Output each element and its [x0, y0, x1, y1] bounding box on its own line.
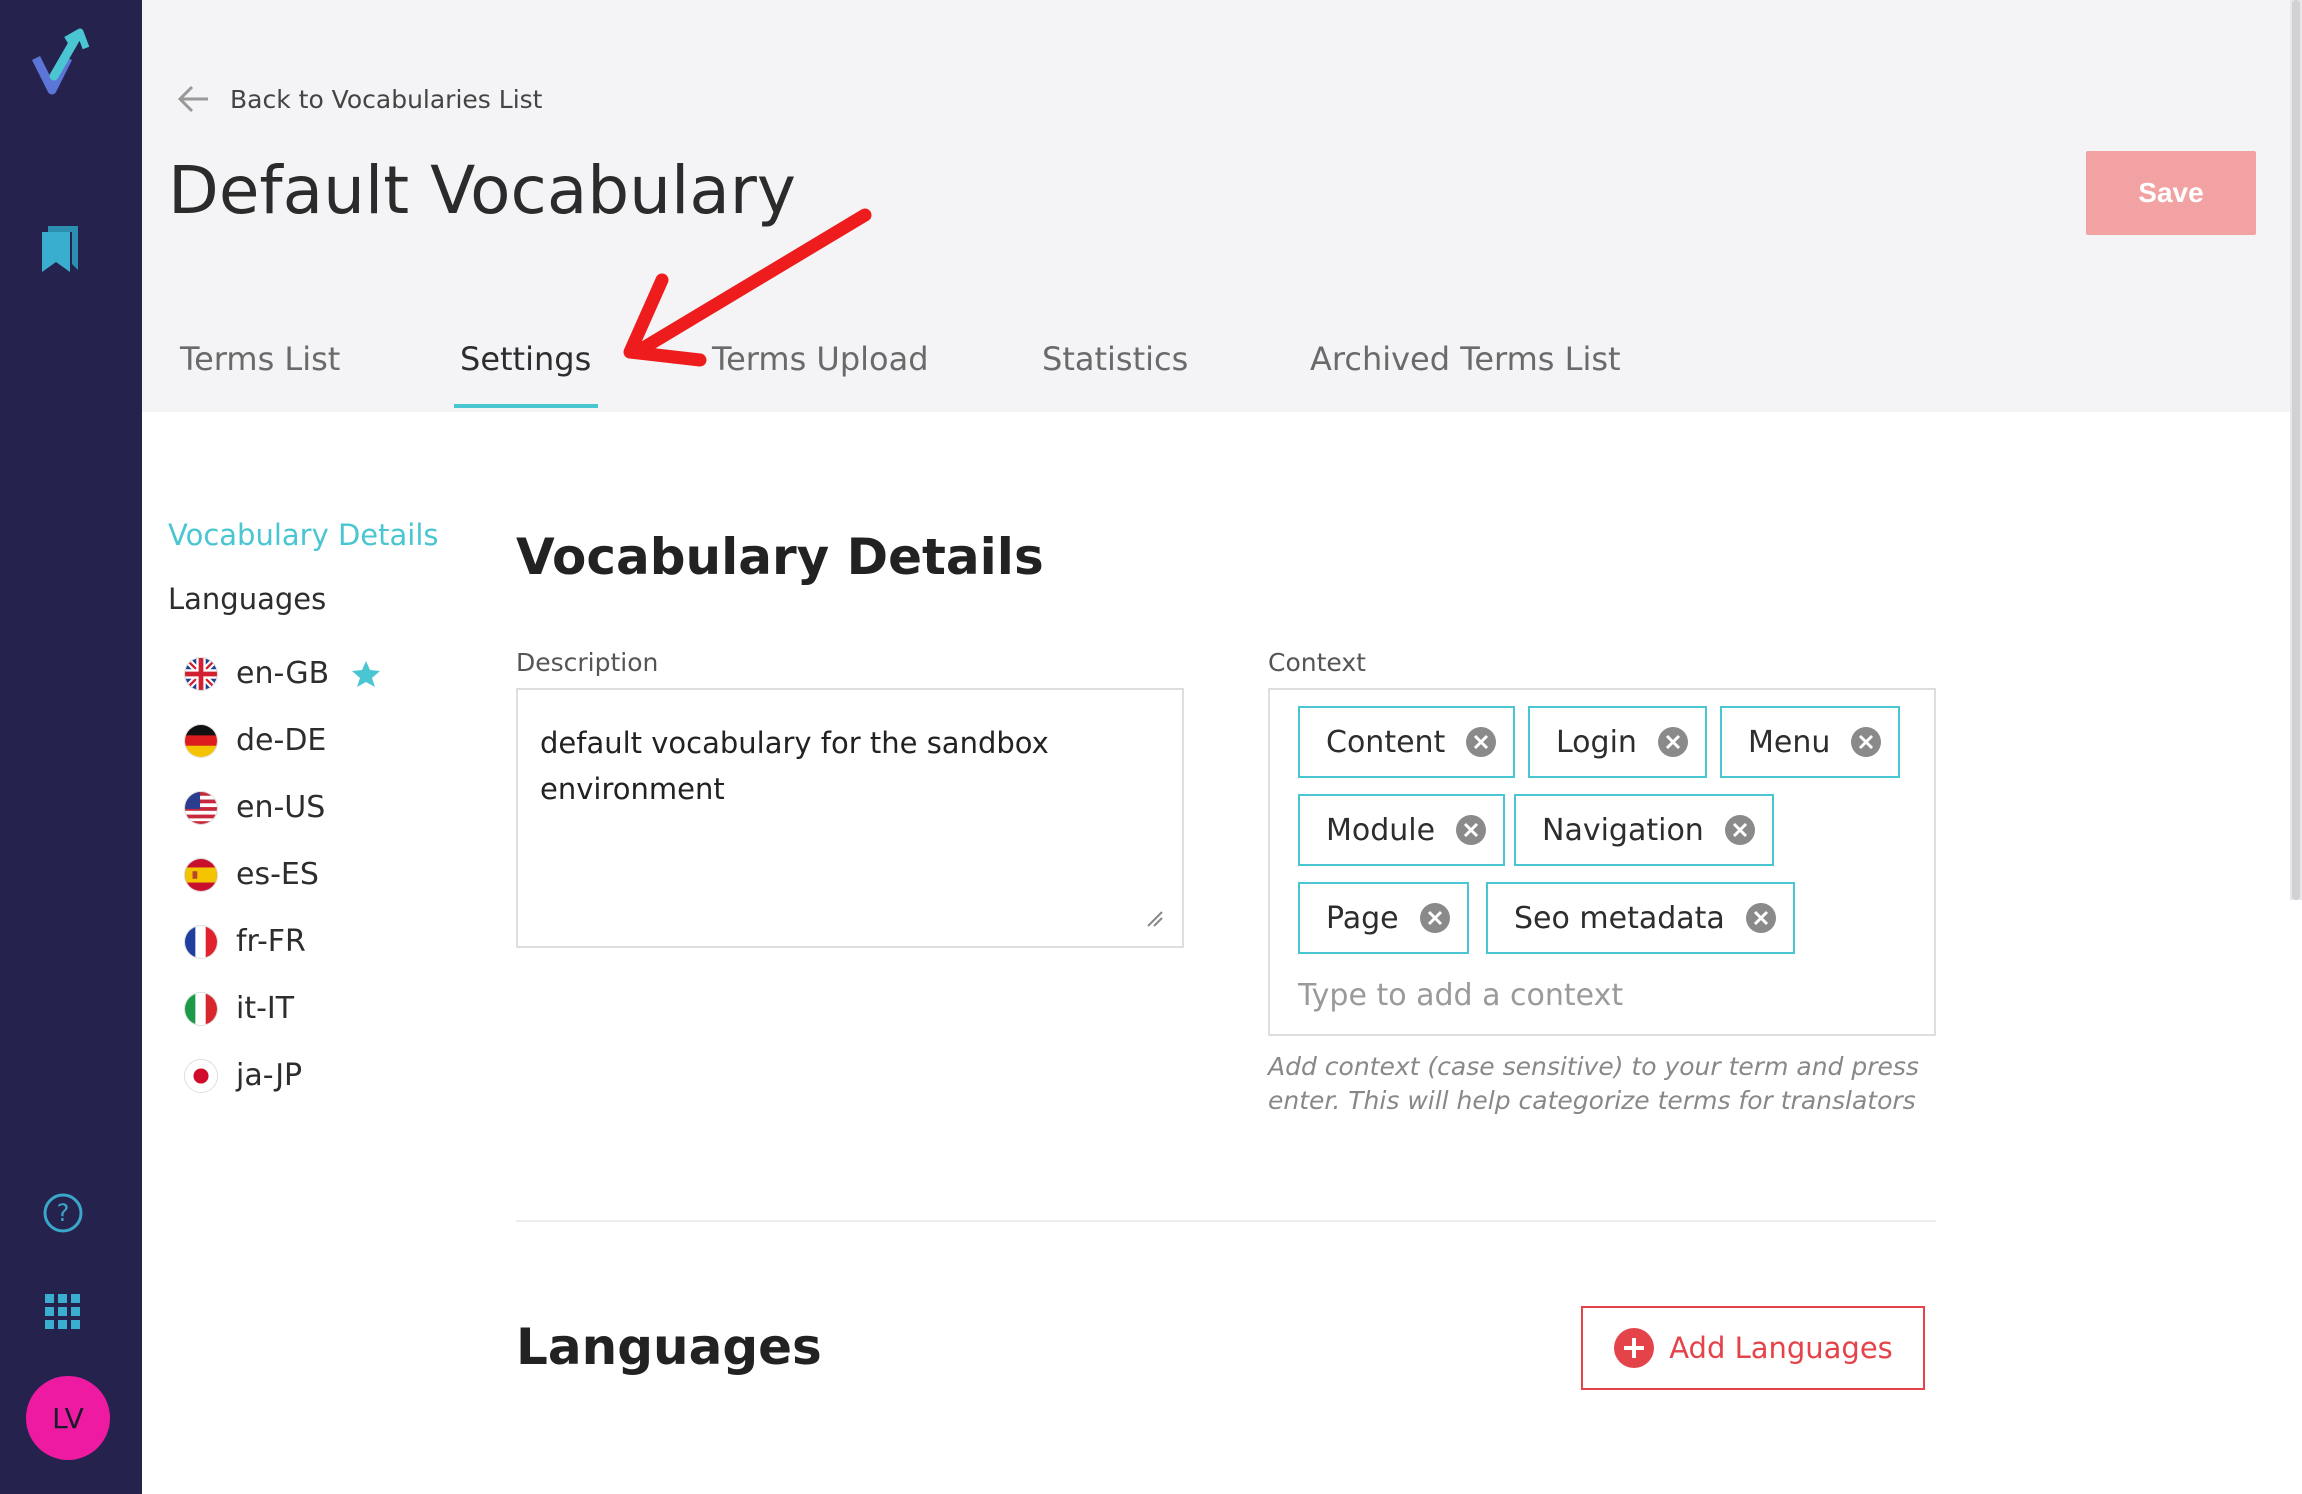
chip-label: Module [1326, 812, 1436, 848]
tab-settings[interactable]: Settings [460, 340, 591, 378]
language-code: en-US [236, 790, 326, 825]
tab-terms-list[interactable]: Terms List [180, 340, 340, 378]
save-button[interactable]: Save [2086, 151, 2256, 235]
context-chip-content: Content [1298, 706, 1516, 778]
scrollbar-thumb[interactable] [2292, 0, 2300, 900]
apps-grid-icon[interactable] [45, 1294, 81, 1330]
language-item-en-us[interactable]: en-US [168, 774, 468, 841]
back-link-label: Back to Vocabularies List [230, 84, 543, 114]
language-code: ja-JP [236, 1058, 303, 1093]
context-chip-login: Login [1528, 706, 1707, 778]
logo-icon[interactable] [32, 28, 102, 98]
description-value: default vocabulary for the sandbox envir… [540, 726, 1049, 806]
japan-flag-icon [184, 1058, 218, 1093]
context-input[interactable] [1298, 978, 1898, 1013]
language-item-fr-fr[interactable]: fr-FR [168, 908, 468, 975]
plus-circle-icon [1614, 1328, 1655, 1368]
language-code: en-GB [236, 656, 330, 691]
language-code: es-ES [236, 857, 319, 892]
language-item-de-de[interactable]: de-DE [168, 707, 468, 774]
remove-chip-icon[interactable] [1724, 814, 1756, 846]
chip-label: Seo metadata [1514, 900, 1725, 936]
context-label: Context [1268, 648, 1366, 677]
description-label: Description [516, 648, 659, 677]
language-code: fr-FR [236, 924, 306, 959]
chip-label: Login [1556, 724, 1637, 760]
tab-bar: Terms List Settings Terms Upload Statist… [142, 322, 2302, 412]
language-code: de-DE [236, 723, 327, 758]
nav-rail: ? LV [0, 0, 142, 1494]
bookmark-icon[interactable] [38, 222, 86, 274]
context-chip-seo-metadata: Seo metadata [1486, 882, 1795, 954]
context-help-text: Add context (case sensitive) to your ter… [1268, 1052, 1919, 1115]
language-item-es-es[interactable]: es-ES [168, 841, 468, 908]
arrow-left-icon [177, 85, 208, 113]
nav-vocabulary-details[interactable]: Vocabulary Details [168, 518, 468, 552]
italy-flag-icon [184, 991, 218, 1026]
back-link[interactable]: Back to Vocabularies List [176, 84, 542, 114]
languages-section-title: Languages [516, 1318, 822, 1376]
chip-label: Page [1326, 900, 1399, 936]
context-tag-input[interactable]: Content Login Menu Module Navigation Pag… [1268, 688, 1936, 1036]
resize-handle-icon[interactable] [1146, 910, 1164, 928]
remove-chip-icon[interactable] [1465, 726, 1497, 758]
annotation-arrow-icon [623, 208, 872, 367]
france-flag-icon [184, 924, 218, 959]
scrollbar[interactable] [2290, 0, 2302, 900]
remove-chip-icon[interactable] [1657, 726, 1689, 758]
nav-languages-heading[interactable]: Languages [168, 582, 468, 616]
chip-label: Navigation [1542, 812, 1704, 848]
svg-text:?: ? [57, 1199, 70, 1227]
avatar[interactable]: LV [26, 1376, 110, 1460]
default-star-icon [352, 660, 381, 687]
spain-flag-icon [184, 857, 218, 892]
active-tab-indicator [454, 404, 598, 408]
remove-chip-icon[interactable] [1419, 902, 1451, 934]
context-chip-menu: Menu [1720, 706, 1901, 778]
settings-sidebar: Vocabulary Details Languages en-GB de-DE [168, 518, 468, 1109]
remove-chip-icon[interactable] [1850, 726, 1882, 758]
description-textarea[interactable]: default vocabulary for the sandbox envir… [516, 688, 1184, 948]
help-icon[interactable]: ? [42, 1192, 84, 1234]
tab-archived-terms-list[interactable]: Archived Terms List [1310, 340, 1621, 378]
context-chip-page: Page [1298, 882, 1469, 954]
language-item-it-it[interactable]: it-IT [168, 975, 468, 1042]
add-languages-label: Add Languages [1669, 1331, 1893, 1365]
germany-flag-icon [184, 723, 218, 758]
remove-chip-icon[interactable] [1745, 902, 1777, 934]
tab-statistics[interactable]: Statistics [1042, 340, 1188, 378]
remove-chip-icon[interactable] [1455, 814, 1487, 846]
section-divider [516, 1220, 1936, 1222]
context-chip-navigation: Navigation [1514, 794, 1774, 866]
us-flag-icon [184, 790, 218, 825]
chip-label: Content [1326, 724, 1446, 760]
chip-label: Menu [1748, 724, 1831, 760]
context-chip-module: Module [1298, 794, 1506, 866]
language-item-ja-jp[interactable]: ja-JP [168, 1042, 468, 1109]
uk-flag-icon [184, 656, 218, 691]
add-languages-button[interactable]: Add Languages [1581, 1306, 1925, 1390]
language-code: it-IT [236, 991, 295, 1026]
language-list: en-GB de-DE en-US es-ES fr-FR it-IT ja-J… [168, 640, 468, 1109]
vocabulary-details-title: Vocabulary Details [516, 528, 1044, 586]
language-item-en-gb[interactable]: en-GB [168, 640, 468, 707]
